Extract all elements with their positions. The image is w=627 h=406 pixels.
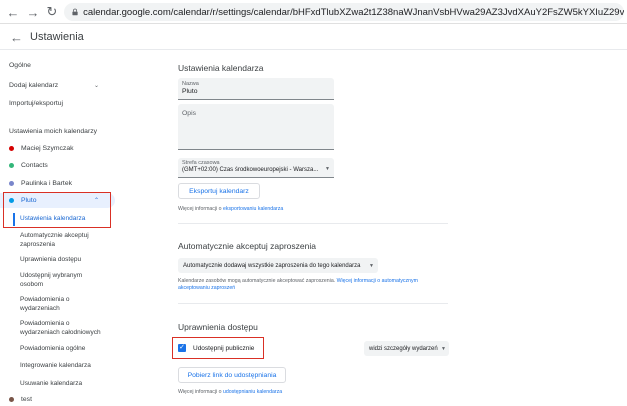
- access-note-link[interactable]: udostępnianiu kalendarza: [223, 389, 282, 395]
- sidebar-sub-integrate[interactable]: Integrowanie kalendarza: [20, 362, 91, 371]
- highlight-box-sidebar: [3, 192, 111, 228]
- name-value: Pluto: [182, 88, 198, 95]
- sidebar-calendar-test[interactable]: test: [21, 396, 32, 403]
- export-note-link[interactable]: eksportowaniu kalendarza: [223, 206, 283, 212]
- sidebar-sub-auto-accept[interactable]: Automatycznie akceptuj zaproszenia: [20, 232, 105, 249]
- timezone-value: (GMT+02:00) Czas środkowoeuropejski - Wa…: [182, 167, 319, 173]
- visibility-select[interactable]: widzi szczegóły wydarzeń ▼: [364, 341, 449, 356]
- dropdown-caret-icon: ▼: [369, 263, 374, 269]
- calendar-color-dot: [9, 181, 14, 186]
- auto-accept-note-link[interactable]: Więcej informacji o automatycznym: [337, 278, 418, 284]
- chevron-down-icon[interactable]: ⌄: [94, 82, 99, 89]
- back-icon[interactable]: ←: [5, 4, 21, 20]
- timezone-select[interactable]: Strefa czasowa (GMT+02:00) Czas środkowo…: [178, 158, 334, 178]
- divider: [178, 303, 448, 304]
- name-field[interactable]: Nazwa Pluto: [178, 78, 334, 100]
- auto-accept-select[interactable]: Automatycznie dodawaj wszystkie zaprosze…: [178, 258, 378, 273]
- auto-accept-value: Automatycznie dodawaj wszystkie zaprosze…: [183, 262, 361, 269]
- auto-accept-note: Kalendarze zasobów mogą automatycznie ak…: [178, 278, 438, 292]
- calendar-color-dot: [9, 163, 14, 168]
- lock-icon: [72, 8, 78, 16]
- url-text: calendar.google.com/calendar/r/settings/…: [83, 6, 624, 18]
- name-label: Nazwa: [182, 81, 199, 87]
- public-checkbox[interactable]: ✓: [178, 344, 186, 352]
- timezone-label: Strefa czasowa: [182, 160, 220, 166]
- export-note-text: Więcej informacji o: [178, 206, 223, 212]
- sidebar-sub-general-notifications[interactable]: Powiadomienia ogólne: [20, 345, 85, 354]
- sidebar-sub-delete[interactable]: Usuwanie kalendarza: [20, 380, 82, 389]
- browser-toolbar: ← → ↻ calendar.google.com/calendar/r/set…: [0, 0, 627, 24]
- public-label: Udostępnij publicznie: [193, 345, 255, 352]
- section-title-auto-accept: Automatycznie akceptuj zaproszenia: [178, 241, 316, 251]
- back-arrow-icon[interactable]: ←: [10, 30, 23, 45]
- page-title: Ustawienia: [30, 31, 84, 43]
- divider: [178, 223, 448, 224]
- visibility-value: widzi szczegóły wydarzeń: [369, 345, 438, 352]
- sidebar-item-general[interactable]: Ogólne: [9, 62, 31, 69]
- export-calendar-button[interactable]: Eksportuj kalendarz: [178, 183, 260, 199]
- dropdown-caret-icon: ▼: [441, 346, 446, 352]
- access-note-text: Więcej informacji o: [178, 389, 223, 395]
- settings-header: ← Ustawienia: [0, 24, 627, 50]
- sidebar-item-add-calendar[interactable]: Dodaj kalendarz: [9, 82, 58, 89]
- section-title-calendar-settings: Ustawienia kalendarza: [178, 63, 264, 73]
- sidebar-item-import-export[interactable]: Importuj/eksportuj: [9, 100, 63, 107]
- sidebar-sub-event-notifications[interactable]: Powiadomienia o wydarzeniach: [20, 296, 90, 313]
- access-note: Więcej informacji o udostępnianiu kalend…: [178, 389, 282, 396]
- forward-icon[interactable]: →: [25, 4, 41, 20]
- sidebar-sub-access[interactable]: Uprawnienia dostępu: [20, 256, 81, 265]
- sidebar-heading-my-calendars: Ustawienia moich kalendarzy: [9, 128, 98, 135]
- description-field[interactable]: Opis: [178, 104, 334, 150]
- auto-accept-note-text: Kalendarze zasobów mogą automatycznie ak…: [178, 278, 337, 284]
- calendar-color-dot: [9, 397, 14, 402]
- auto-accept-note-link-2[interactable]: akceptowaniu zaproszeń: [178, 285, 235, 291]
- sidebar-sub-share[interactable]: Udostępnij wybranym osobom: [20, 272, 90, 289]
- get-share-link-button[interactable]: Pobierz link do udostępniania: [178, 367, 286, 383]
- sidebar-sub-allday-notifications[interactable]: Powiadomienia o wydarzeniach całodniowyc…: [20, 320, 110, 337]
- dropdown-caret-icon: ▼: [325, 166, 330, 172]
- description-label: Opis: [182, 110, 196, 117]
- reload-icon[interactable]: ↻: [44, 4, 60, 20]
- calendar-color-dot: [9, 146, 14, 151]
- sidebar-calendar-maciej[interactable]: Maciej Szymczak: [21, 145, 74, 152]
- section-title-access: Uprawnienia dostępu: [178, 322, 258, 332]
- export-note: Więcej informacji o eksportowaniu kalend…: [178, 206, 283, 213]
- sidebar-calendar-paulinka[interactable]: Paulinka i Bartek: [21, 180, 72, 187]
- address-bar[interactable]: calendar.google.com/calendar/r/settings/…: [64, 3, 624, 21]
- sidebar-calendar-contacts[interactable]: Contacts: [21, 162, 48, 169]
